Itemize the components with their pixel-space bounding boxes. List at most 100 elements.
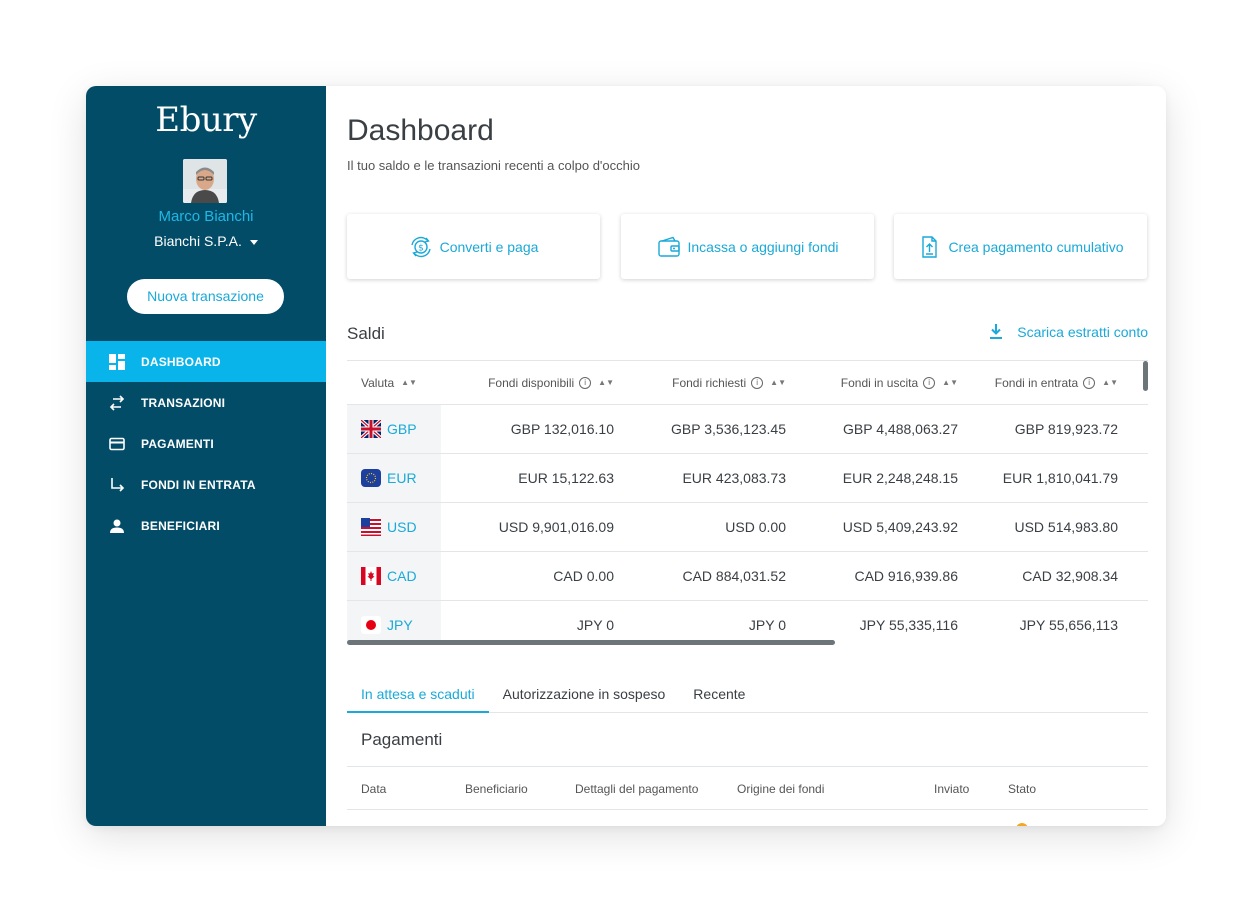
- swap-arrows-icon: [108, 394, 126, 412]
- available-cell: GBP 132,016.10: [510, 421, 614, 437]
- sidebar-item-dashboard[interactable]: DASHBOARD: [86, 341, 326, 382]
- ebury-logo[interactable]: Ebury: [86, 100, 326, 140]
- us-flag-icon: [361, 518, 381, 536]
- info-icon[interactable]: i: [579, 376, 592, 389]
- column-header-fondi-richiesti[interactable]: Fondi richiesti i ▲▼: [614, 376, 786, 390]
- outgoing-cell: USD 5,409,243.92: [842, 519, 958, 535]
- currency-cell[interactable]: JPY: [347, 601, 441, 642]
- column-label: Fondi richiesti: [672, 375, 747, 390]
- app-window: Ebury Marco Bianchi Bianchi S.P.A. Nuova…: [86, 86, 1166, 826]
- company-name: Bianchi S.P.A.: [154, 233, 242, 249]
- column-label: Fondi disponibili: [488, 375, 575, 390]
- horizontal-scrollbar[interactable]: [347, 640, 835, 645]
- currency-code: JPY: [387, 617, 413, 633]
- arrow-down-right-icon: [108, 476, 126, 494]
- column-header-origine[interactable]: Origine dei fondi: [737, 782, 824, 796]
- canada-flag-icon: [361, 567, 381, 585]
- sidebar-item-pagamenti[interactable]: PAGAMENTI: [86, 423, 326, 464]
- outgoing-cell: CAD 916,939.86: [854, 568, 958, 584]
- uk-flag-icon: [361, 420, 381, 438]
- column-label: Valuta: [361, 375, 395, 390]
- vertical-scrollbar[interactable]: [1143, 361, 1148, 391]
- incoming-cell: CAD 32,908.34: [1022, 568, 1118, 584]
- currency-cell[interactable]: USD: [347, 503, 441, 551]
- person-icon: [108, 517, 126, 535]
- page-subtitle: Il tuo saldo e le transazioni recenti a …: [347, 158, 640, 173]
- column-header-inviato[interactable]: Inviato: [934, 782, 969, 796]
- sidebar-nav: DASHBOARD TRANSAZIONI PAGAMENTI FONDI IN…: [86, 341, 326, 546]
- company-selector[interactable]: Bianchi S.P.A.: [86, 233, 326, 249]
- requested-cell: GBP 3,536,123.45: [671, 421, 786, 437]
- column-header-fondi-disponibili[interactable]: Fondi disponibili i ▲▼: [441, 376, 614, 390]
- tab-pending-and-overdue[interactable]: In attesa e scaduti: [347, 683, 489, 713]
- column-header-beneficiario[interactable]: Beneficiario: [465, 782, 528, 796]
- tab-recent[interactable]: Recente: [679, 683, 759, 713]
- download-label: Scarica estratti conto: [1017, 324, 1148, 340]
- incoming-cell: GBP 819,923.72: [1014, 421, 1118, 437]
- sidebar-item-label: TRANSAZIONI: [141, 395, 226, 410]
- available-cell: EUR 15,122.63: [518, 470, 614, 486]
- sort-icon: ▲▼: [942, 377, 958, 387]
- sidebar-item-transazioni[interactable]: TRANSAZIONI: [86, 382, 326, 423]
- avatar-icon: [183, 159, 227, 203]
- avatar[interactable]: [183, 159, 227, 203]
- outgoing-cell: GBP 4,488,063.27: [843, 421, 958, 437]
- tab-pending-authorization[interactable]: Autorizzazione in sospeso: [489, 683, 680, 713]
- table-row[interactable]: CAD CAD 0.00 CAD 884,031.52 CAD 916,939.…: [347, 552, 1148, 601]
- sort-icon: ▲▼: [1102, 377, 1118, 387]
- svg-text:$: $: [418, 243, 424, 253]
- available-cell: JPY 0: [576, 617, 614, 633]
- new-transaction-button[interactable]: Nuova transazione: [127, 279, 284, 314]
- sidebar-item-fondi-in-entrata[interactable]: FONDI IN ENTRATA: [86, 464, 326, 505]
- japan-flag-icon: [361, 616, 381, 634]
- column-header-data[interactable]: Data: [361, 782, 386, 796]
- dashboard-icon: [108, 353, 126, 371]
- currency-cell[interactable]: CAD: [347, 552, 441, 600]
- info-icon[interactable]: i: [751, 376, 764, 389]
- currency-cell[interactable]: GBP: [347, 405, 441, 453]
- info-icon[interactable]: i: [1083, 376, 1096, 389]
- user-name: Marco Bianchi: [158, 208, 254, 225]
- requested-cell: JPY 0: [748, 617, 786, 633]
- currency-cell[interactable]: EUR: [347, 454, 441, 502]
- info-icon[interactable]: i: [923, 376, 936, 389]
- column-header-valuta[interactable]: Valuta ▲▼: [347, 361, 441, 404]
- payments-title: Pagamenti: [361, 730, 443, 749]
- create-bulk-payment-button[interactable]: Crea pagamento cumulativo: [894, 214, 1147, 279]
- table-row[interactable]: EUR EUR 15,122.63 EUR 423,083.73 EUR 2,2…: [347, 454, 1148, 503]
- table-row[interactable]: JPY JPY 0 JPY 0 JPY 55,335,116 JPY 55,65…: [347, 601, 1148, 642]
- collect-or-add-funds-button[interactable]: Incassa o aggiungi fondi: [621, 214, 874, 279]
- outgoing-cell: JPY 55,335,116: [859, 617, 958, 633]
- sort-icon: ▲▼: [598, 377, 614, 387]
- action-label: Converti e paga: [439, 238, 539, 255]
- column-header-dettagli[interactable]: Dettagli del pagamento: [575, 782, 698, 796]
- sidebar-item-label: DASHBOARD: [141, 354, 221, 369]
- table-row[interactable]: USD USD 9,901,016.09 USD 0.00 USD 5,409,…: [347, 503, 1148, 552]
- sidebar-item-beneficiari[interactable]: BENEFICIARI: [86, 505, 326, 546]
- currency-code: GBP: [387, 421, 417, 437]
- outgoing-cell: EUR 2,248,248.15: [842, 470, 958, 486]
- payments-tabs: In attesa e scaduti Autorizzazione in so…: [347, 683, 1148, 713]
- table-row[interactable]: GBP GBP 132,016.10 GBP 3,536,123.45 GBP …: [347, 405, 1148, 454]
- page-title: Dashboard: [347, 114, 494, 147]
- sidebar-item-label: FONDI IN ENTRATA: [141, 477, 256, 492]
- table-header: Valuta ▲▼ Fondi disponibili i ▲▼ Fondi rich…: [347, 361, 1148, 405]
- download-statements-link[interactable]: Scarica estratti conto: [989, 324, 1148, 340]
- column-label: Fondi in uscita: [840, 375, 919, 390]
- upload-file-icon: [917, 235, 941, 259]
- column-header-fondi-in-entrata[interactable]: Fondi in entrata i ▲▼: [958, 376, 1130, 390]
- convert-and-pay-button[interactable]: $ Converti e paga: [347, 214, 600, 279]
- incoming-cell: JPY 55,656,113: [1019, 617, 1118, 633]
- sidebar-item-label: PAGAMENTI: [141, 436, 214, 451]
- sidebar-item-label: BENEFICIARI: [141, 518, 220, 533]
- column-header-stato[interactable]: Stato: [1008, 782, 1036, 796]
- download-icon: [990, 324, 1003, 339]
- column-header-fondi-in-uscita[interactable]: Fondi in uscita i ▲▼: [786, 376, 958, 390]
- requested-cell: CAD 884,031.52: [682, 568, 786, 584]
- column-label: Fondi in entrata: [994, 375, 1079, 390]
- requested-cell: EUR 423,083.73: [682, 470, 786, 486]
- action-label: Incassa o aggiungi fondi: [687, 238, 839, 255]
- exchange-coin-icon: $: [409, 235, 433, 259]
- requested-cell: USD 0.00: [725, 519, 786, 535]
- action-label: Crea pagamento cumulativo: [948, 238, 1124, 255]
